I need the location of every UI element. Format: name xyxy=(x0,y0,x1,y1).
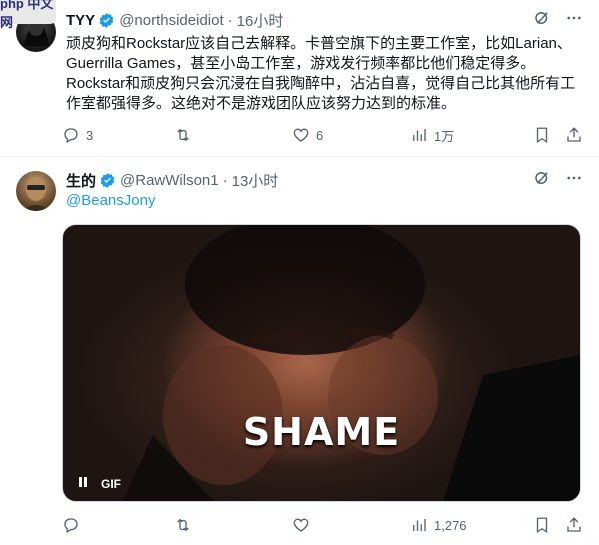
views-icon xyxy=(413,129,426,141)
tweet-extra-actions xyxy=(533,516,583,534)
author-name[interactable]: 生的 xyxy=(66,170,96,191)
separator-dot: · xyxy=(227,11,233,29)
tweet-text: 顽皮狗和Rockstar应该自己去解释。卡普空旗下的主要工作室，比如Larian… xyxy=(66,35,576,112)
avatar[interactable] xyxy=(16,171,56,211)
like-button[interactable]: 6 xyxy=(292,126,410,144)
tweet-actions: 1,276 xyxy=(62,515,583,535)
tweet-header: 生的 @RawWilson1 · 13小时 xyxy=(66,170,583,190)
like-button[interactable] xyxy=(292,516,410,534)
views-count: 1万 xyxy=(434,128,455,144)
views-icon xyxy=(413,519,426,531)
reply-icon xyxy=(64,128,78,143)
bookmark-icon[interactable] xyxy=(533,126,551,144)
share-icon[interactable] xyxy=(565,126,583,144)
tweet-extra-actions xyxy=(533,126,583,144)
reply-button[interactable]: 3 xyxy=(62,126,174,144)
share-icon[interactable] xyxy=(565,516,583,534)
author-handle[interactable]: @northsideidiot xyxy=(119,12,223,29)
watermark-text: php 中文网 xyxy=(0,0,54,30)
pause-icon[interactable] xyxy=(77,476,89,491)
more-options-icon[interactable] xyxy=(565,169,583,191)
views-count: 1,276 xyxy=(434,517,467,533)
tweet-actions: 3 6 1万 xyxy=(62,125,583,145)
tweet[interactable]: TYY @northsideidiot · 16小时 顽皮狗和Rockstar应… xyxy=(0,0,599,157)
gif-frame-image xyxy=(123,225,580,501)
retweet-icon xyxy=(177,518,189,532)
watermark-logo: php 中文网 xyxy=(0,0,56,30)
reply-count: 3 xyxy=(86,127,94,143)
heart-icon xyxy=(293,128,309,142)
heart-icon xyxy=(293,518,309,532)
tweet-time[interactable]: 16小时 xyxy=(237,10,284,31)
gif-controls: GIF xyxy=(77,476,121,491)
tweet[interactable]: 生的 @RawWilson1 · 13小时 @BeansJony SHAME G… xyxy=(0,157,599,545)
reply-icon xyxy=(64,518,78,533)
media-caption: SHAME xyxy=(242,410,401,454)
separator-dot: · xyxy=(222,171,228,189)
tweet-time[interactable]: 13小时 xyxy=(232,170,279,191)
views-button[interactable]: 1,276 xyxy=(410,516,467,534)
tweet-header: TYY @northsideidiot · 16小时 xyxy=(66,10,583,30)
retweet-icon xyxy=(177,128,189,142)
author-name[interactable]: TYY xyxy=(66,12,95,29)
more-options-icon[interactable] xyxy=(565,9,583,31)
retweet-button[interactable] xyxy=(174,126,292,144)
retweet-button[interactable] xyxy=(174,516,292,534)
author-handle[interactable]: @RawWilson1 xyxy=(120,172,219,189)
bookmark-icon[interactable] xyxy=(533,516,551,534)
tweet-media-gif[interactable]: SHAME GIF xyxy=(62,224,581,502)
views-button[interactable]: 1万 xyxy=(410,126,454,145)
verified-badge-icon xyxy=(99,172,116,189)
reply-button[interactable] xyxy=(62,516,174,534)
grok-icon[interactable] xyxy=(533,169,551,191)
gif-badge: GIF xyxy=(101,476,121,491)
like-count: 6 xyxy=(316,127,324,143)
grok-icon[interactable] xyxy=(533,9,551,31)
verified-badge-icon xyxy=(98,12,115,29)
reply-to-link[interactable]: @BeansJony xyxy=(66,192,155,209)
